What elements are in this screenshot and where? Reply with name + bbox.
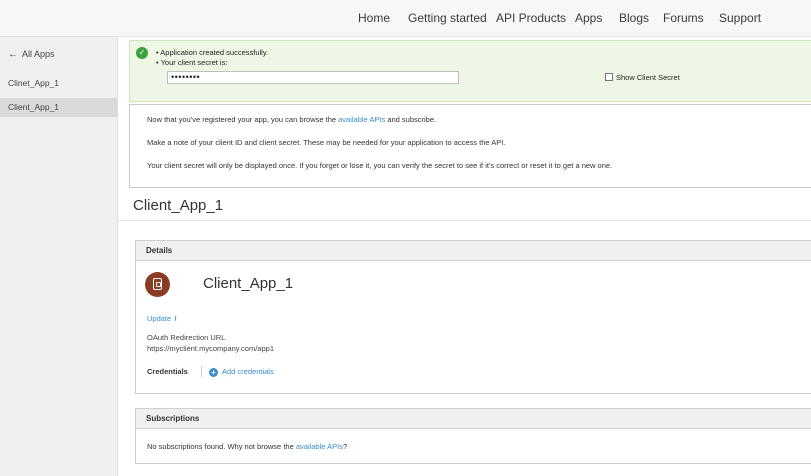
subscriptions-panel: Subscriptions No subscriptions found. Wh… — [135, 408, 811, 464]
nav-apps[interactable]: Apps — [575, 11, 602, 25]
credentials-separator — [201, 366, 202, 377]
top-navigation: Home Getting started API Products Apps B… — [0, 0, 811, 37]
sidebar: ← All Apps Clinet_App_1 Client_App_1 — [0, 37, 118, 476]
sidebar-item-client-app-1[interactable]: Client_App_1 — [0, 98, 117, 117]
add-credentials-button[interactable]: + Add credentials — [209, 367, 274, 377]
nav-forums[interactable]: Forums — [663, 11, 704, 25]
plus-circle-icon: + — [209, 368, 218, 377]
oauth-redirect-url: https://myclient.mycompany.com/app1 — [147, 344, 274, 353]
sidebar-item-clinet-app-1[interactable]: Clinet_App_1 — [0, 74, 117, 93]
subscriptions-text-suffix: ? — [342, 442, 348, 451]
details-header: Details — [136, 241, 811, 261]
credentials-label: Credentials — [147, 367, 188, 376]
available-apis-link[interactable]: available APIs — [338, 115, 385, 124]
subscriptions-header: Subscriptions — [136, 409, 811, 429]
alert-line-created: • Application created successfully. — [156, 48, 269, 57]
show-client-secret-toggle[interactable]: Show Client Secret — [605, 73, 680, 82]
upload-icon: ⭱ — [174, 314, 177, 323]
info-paragraph-note: Make a note of your client ID and client… — [147, 138, 506, 147]
nav-blogs[interactable]: Blogs — [619, 11, 649, 25]
update-link[interactable]: Update ⭱ — [147, 313, 177, 326]
info-p1-suffix: and subscribe. — [385, 115, 437, 124]
title-divider — [118, 220, 811, 221]
subscriptions-empty-message: No subscriptions found. Why not browse t… — [147, 442, 347, 451]
add-credentials-label: Add credentials — [222, 367, 274, 376]
all-apps-label: All Apps — [22, 49, 55, 59]
alert-secret-text: Your client secret is: — [160, 58, 228, 67]
success-alert: ✓ • Application created successfully. • … — [129, 40, 811, 102]
app-name: Client_App_1 — [203, 275, 294, 292]
nav-support[interactable]: Support — [719, 11, 761, 25]
alert-created-text: Application created successfully. — [160, 48, 269, 57]
show-secret-checkbox[interactable] — [605, 73, 613, 81]
page-title: Client_App_1 — [133, 197, 224, 214]
details-panel: Details Client_App_1 Update ⭱ OAuth Redir… — [135, 240, 811, 394]
arrow-left-icon: ← — [8, 49, 18, 60]
oauth-redirect-label: OAuth Redirection URL — [147, 333, 226, 342]
app-avatar — [145, 272, 170, 297]
nav-home[interactable]: Home — [358, 11, 390, 25]
client-secret-field[interactable]: •••••••• — [167, 71, 459, 84]
info-paragraph-browse: Now that you've registered your app, you… — [147, 115, 436, 124]
subscriptions-available-apis-link[interactable]: available APIs — [296, 442, 343, 451]
mobile-app-icon — [153, 278, 162, 290]
check-circle-icon: ✓ — [136, 47, 148, 59]
show-secret-label: Show Client Secret — [616, 73, 680, 82]
all-apps-link[interactable]: ← All Apps — [8, 49, 55, 60]
update-label: Update — [147, 314, 172, 323]
info-paragraph-secret: Your client secret will only be displaye… — [147, 161, 613, 170]
nav-api-products[interactable]: API Products — [496, 11, 566, 25]
registration-info-box: Now that you've registered your app, you… — [129, 104, 811, 188]
subscriptions-text: No subscriptions found. Why not browse t… — [147, 442, 296, 451]
nav-getting-started[interactable]: Getting started — [408, 11, 487, 25]
alert-line-secret: • Your client secret is: — [156, 58, 228, 67]
info-p1-text: Now that you've registered your app, you… — [147, 115, 339, 124]
